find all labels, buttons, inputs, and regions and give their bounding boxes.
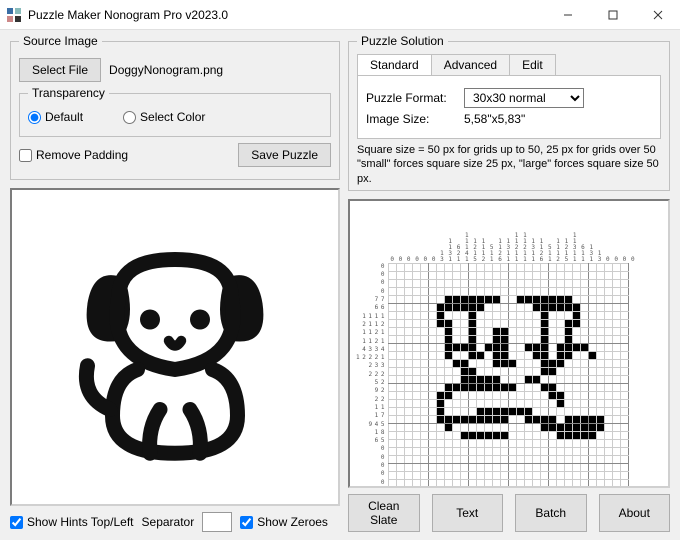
remove-padding-checkbox[interactable]: Remove Padding	[19, 148, 128, 162]
source-image-legend: Source Image	[19, 34, 102, 48]
minimize-button[interactable]	[545, 0, 590, 29]
hint-line-1: Square size = 50 px for grids up to 50, …	[357, 143, 661, 157]
show-hints-checkbox[interactable]: Show Hints Top/Left	[10, 515, 134, 529]
tab-advanced[interactable]: Advanced	[431, 54, 510, 75]
close-button[interactable]	[635, 0, 680, 29]
transparency-legend: Transparency	[28, 86, 109, 100]
about-button[interactable]: About	[599, 494, 671, 532]
image-size-value: 5,58"x5,83"	[464, 112, 525, 126]
nonogram-grid[interactable]	[388, 263, 629, 488]
show-zeroes-checkbox[interactable]: Show Zeroes	[240, 515, 328, 529]
puzzle-format-select[interactable]: 30x30 normal	[464, 88, 584, 108]
puzzle-solution-legend: Puzzle Solution	[357, 34, 448, 48]
batch-button[interactable]: Batch	[515, 494, 587, 532]
source-image-preview	[10, 188, 340, 506]
tab-body-standard: Puzzle Format: 30x30 normal Image Size: …	[357, 75, 661, 139]
separator-input[interactable]	[202, 512, 232, 532]
tab-edit[interactable]: Edit	[509, 54, 556, 75]
clean-slate-button[interactable]: Clean Slate	[348, 494, 420, 532]
image-size-label: Image Size:	[366, 112, 456, 126]
puzzle-solution-group: Puzzle Solution Standard Advanced Edit P…	[348, 34, 670, 191]
transparency-default-radio[interactable]: Default	[28, 110, 83, 124]
select-file-button[interactable]: Select File	[19, 58, 101, 82]
hint-line-2: "small" forces square size 25 px, "large…	[357, 157, 661, 186]
dog-source-image	[50, 222, 300, 472]
maximize-button[interactable]	[590, 0, 635, 29]
filename-label: DoggyNonogram.png	[109, 63, 223, 77]
app-icon	[6, 7, 22, 23]
transparency-select-color-radio[interactable]: Select Color	[123, 110, 205, 124]
row-clues: 00007 76 61 1 1 12 1 1 21 1 2 11 1 2 14 …	[356, 263, 384, 488]
save-puzzle-button[interactable]: Save Puzzle	[238, 143, 331, 167]
column-clues: 0000001311316211114112151112511112613111…	[388, 207, 637, 263]
puzzle-format-label: Puzzle Format:	[366, 91, 456, 105]
titlebar: Puzzle Maker Nonogram Pro v2023.0	[0, 0, 680, 30]
nonogram-grid-panel: 0000001311316211114112151112511112613111…	[348, 199, 670, 488]
separator-label: Separator	[142, 515, 195, 529]
tab-standard[interactable]: Standard	[357, 54, 432, 75]
text-button[interactable]: Text	[432, 494, 504, 532]
window-title: Puzzle Maker Nonogram Pro v2023.0	[28, 8, 545, 22]
transparency-group: Transparency Default Select Color	[19, 86, 331, 137]
source-image-group: Source Image Select File DoggyNonogram.p…	[10, 34, 340, 180]
